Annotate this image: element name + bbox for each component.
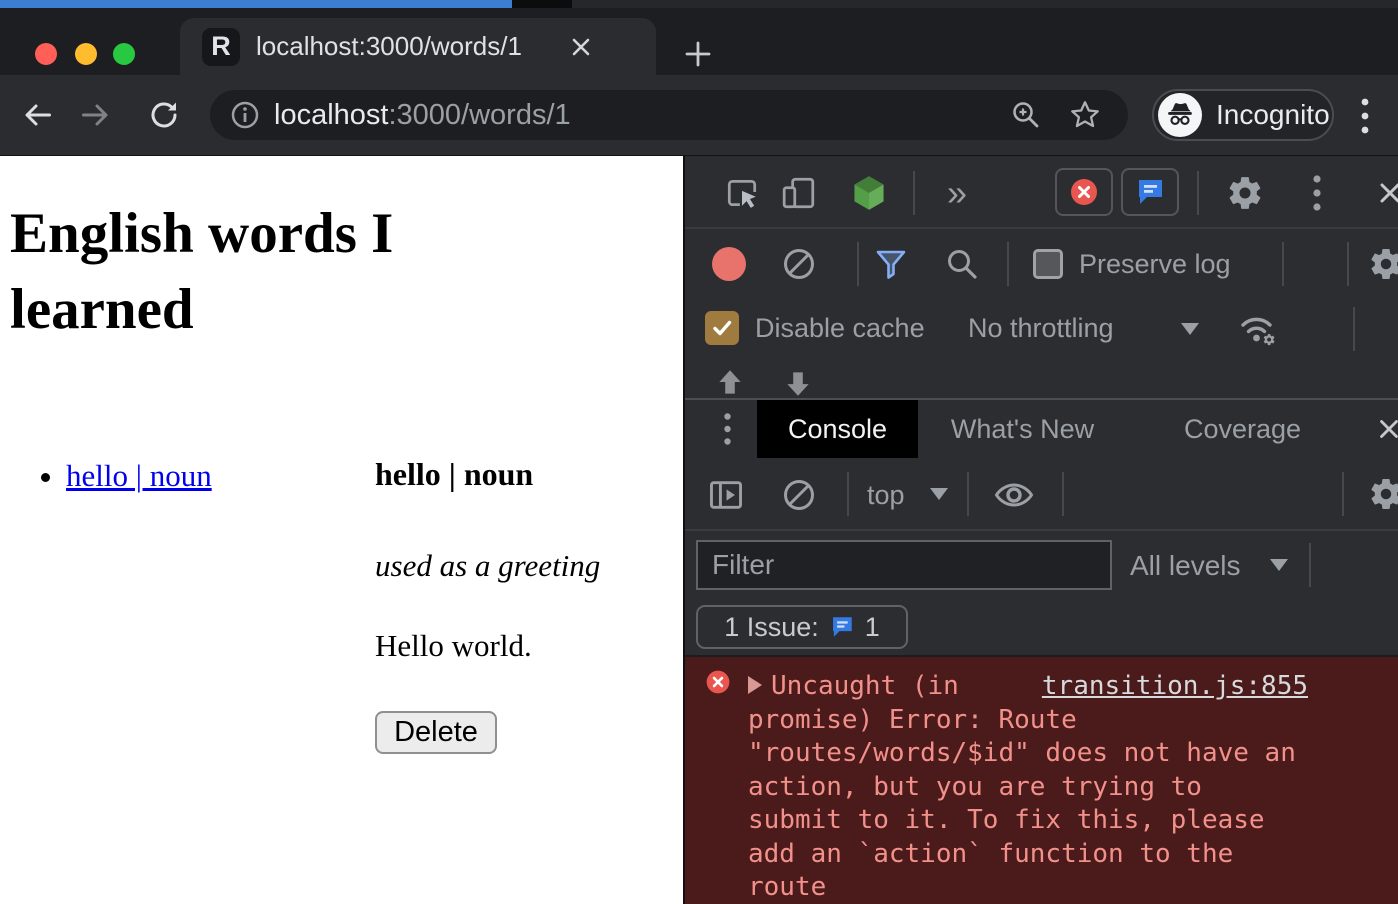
- node-devtools-icon[interactable]: [850, 174, 888, 212]
- throttling-select[interactable]: No throttling: [968, 313, 1114, 344]
- background-window-edge: [0, 0, 512, 8]
- device-toolbar-icon[interactable]: [781, 175, 817, 211]
- console-filter-input[interactable]: [696, 540, 1112, 590]
- devtools-close-icon[interactable]: [1375, 178, 1398, 208]
- word-link[interactable]: hello | noun: [66, 458, 212, 493]
- tab-console[interactable]: Console: [757, 400, 918, 458]
- disable-cache-label[interactable]: Disable cache: [755, 313, 925, 344]
- page-title: English words I learned: [10, 196, 530, 348]
- drawer-tab-bar: Console What's New Coverage: [685, 400, 1398, 458]
- window-close-button[interactable]: [35, 43, 57, 65]
- clear-console-icon[interactable]: [782, 478, 816, 512]
- console-filter-row: All levels: [685, 531, 1398, 599]
- word-title: hello | noun: [375, 456, 600, 493]
- window-content: English words I learned hello | noun hel…: [0, 155, 1398, 904]
- network-settings-icon[interactable]: [1368, 246, 1398, 282]
- drawer-menu-icon[interactable]: [723, 412, 732, 446]
- browser-tab[interactable]: R localhost:3000/words/1: [180, 18, 656, 75]
- issues-button[interactable]: 1 Issue: 1: [696, 605, 908, 649]
- url-text: localhost:3000/words/1: [274, 99, 1010, 132]
- record-network-log-icon[interactable]: [712, 247, 746, 281]
- console-sidebar-icon[interactable]: [707, 476, 745, 514]
- console-toolbar: top: [685, 458, 1398, 531]
- error-count-badge[interactable]: [1055, 168, 1113, 216]
- word-detail: hello | noun used as a greeting Hello wo…: [375, 456, 600, 754]
- expand-triangle-icon[interactable]: [748, 676, 762, 694]
- window-zoom-button[interactable]: [113, 43, 135, 65]
- throttling-caret-icon[interactable]: [1181, 323, 1199, 335]
- devtools-main-toolbar: »: [685, 156, 1398, 229]
- preserve-log-checkbox[interactable]: [1033, 249, 1063, 279]
- incognito-label: Incognito: [1216, 99, 1330, 131]
- issue-count: 1: [865, 612, 880, 643]
- tab-whats-new[interactable]: What's New: [940, 400, 1105, 458]
- tab-title: localhost:3000/words/1: [256, 31, 556, 62]
- export-har-icon[interactable]: [781, 366, 815, 398]
- bookmark-star-icon[interactable]: [1068, 98, 1102, 132]
- delete-button[interactable]: Delete: [375, 711, 497, 754]
- console-issue-row: 1 Issue: 1: [685, 599, 1398, 657]
- issue-chat-icon: [829, 614, 855, 640]
- more-tabs-icon[interactable]: »: [947, 172, 967, 214]
- back-icon[interactable]: [17, 97, 53, 133]
- live-expression-eye-icon[interactable]: [993, 478, 1035, 512]
- tab-close-icon[interactable]: [564, 30, 598, 64]
- filter-funnel-icon[interactable]: [873, 246, 909, 282]
- site-info-icon[interactable]: [230, 100, 260, 130]
- word-list: hello | noun: [0, 456, 212, 496]
- console-error-entry: transition.js:855Uncaught (in promise) E…: [685, 657, 1398, 904]
- incognito-badge: Incognito: [1152, 89, 1334, 141]
- console-settings-icon[interactable]: [1368, 476, 1398, 512]
- error-level-icon: [704, 668, 732, 696]
- browser-toolbar: localhost:3000/words/1 Incognito: [0, 75, 1398, 155]
- drawer-close-icon[interactable]: [1375, 415, 1398, 443]
- log-level-caret-icon[interactable]: [1270, 559, 1288, 571]
- devtools-menu-icon[interactable]: [1312, 174, 1322, 212]
- context-caret-icon[interactable]: [930, 488, 948, 500]
- disable-cache-checkbox[interactable]: [705, 311, 739, 345]
- network-import-export-row: [685, 362, 1398, 398]
- network-conditions-icon[interactable]: [1235, 309, 1279, 349]
- devtools-settings-icon[interactable]: [1226, 174, 1264, 212]
- word-definition: used as a greeting: [375, 548, 600, 584]
- word-example: Hello world.: [375, 628, 600, 664]
- network-options-row: Disable cache No throttling: [685, 296, 1398, 362]
- issues-badge[interactable]: [1121, 168, 1179, 216]
- window-minimize-button[interactable]: [75, 43, 97, 65]
- log-level-select[interactable]: All levels: [1130, 550, 1240, 582]
- devtools-panel: »: [683, 156, 1398, 904]
- clear-network-log-icon[interactable]: [782, 247, 816, 281]
- error-message-block: transition.js:855Uncaught (in promise) E…: [748, 670, 1308, 904]
- forward-icon[interactable]: [80, 97, 116, 133]
- tab-strip: R localhost:3000/words/1: [0, 8, 1398, 75]
- incognito-icon: [1158, 93, 1202, 137]
- error-message-text: Uncaught (in promise) Error: Route "rout…: [748, 671, 1296, 902]
- screen: R localhost:3000/words/1 localhost:3000/…: [0, 0, 1398, 904]
- zoom-icon[interactable]: [1010, 99, 1042, 131]
- background-window-strip: [0, 0, 1398, 8]
- background-window-gap: [512, 0, 572, 8]
- address-bar[interactable]: localhost:3000/words/1: [210, 90, 1128, 140]
- inspect-element-icon[interactable]: [724, 175, 760, 211]
- issue-label: 1 Issue:: [724, 612, 819, 643]
- list-item: hello | noun: [66, 456, 212, 496]
- error-source-link[interactable]: transition.js:855: [1042, 670, 1308, 704]
- tab-coverage[interactable]: Coverage: [1175, 400, 1310, 458]
- console-context-selector[interactable]: top: [867, 480, 905, 511]
- new-tab-button[interactable]: [678, 34, 718, 74]
- network-search-icon[interactable]: [944, 246, 980, 282]
- preserve-log-label[interactable]: Preserve log: [1079, 249, 1231, 280]
- browser-menu-icon[interactable]: [1360, 97, 1384, 133]
- reload-icon[interactable]: [146, 97, 182, 133]
- web-page: English words I learned hello | noun hel…: [0, 156, 683, 904]
- import-har-icon[interactable]: [713, 366, 747, 398]
- network-toolbar: Preserve log: [685, 231, 1398, 296]
- remix-favicon-icon: R: [202, 28, 240, 66]
